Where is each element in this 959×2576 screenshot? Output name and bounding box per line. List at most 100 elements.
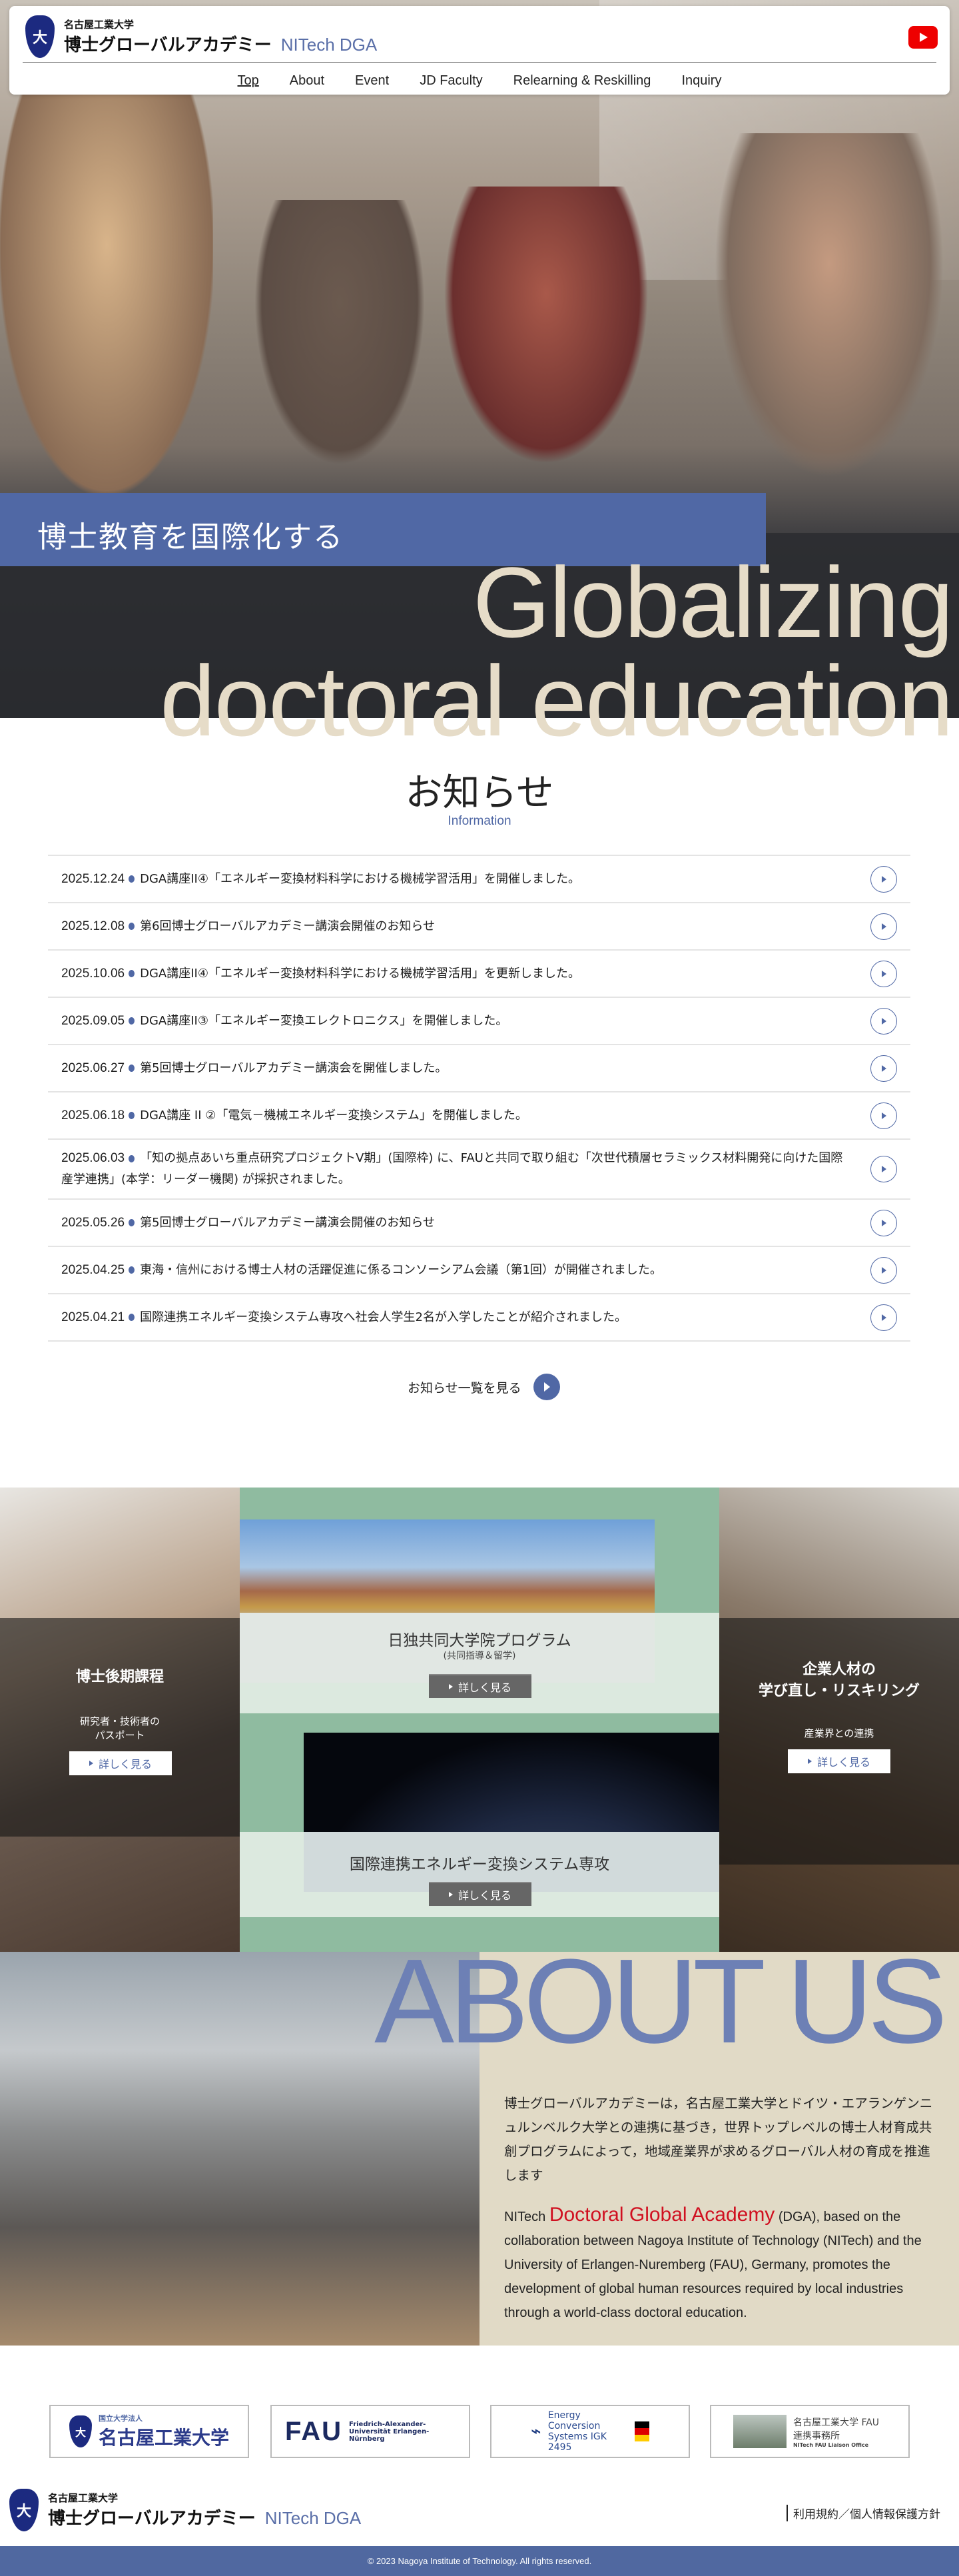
partner-liaison[interactable]: 名古屋工業大学 FAU連携事務所 NITech FAU Liaison Offic… <box>710 2405 910 2458</box>
site-header: 大 名古屋工業大学 博士グローバルアカデミー NITech DGA Top Abo… <box>9 6 950 95</box>
card-middle: 日独共同大学院プログラム (共同指導＆留学) 詳しく見る 国際連携エネルギー変換… <box>240 1488 719 1952</box>
partner-name: FAU <box>285 2416 342 2446</box>
nav-event[interactable]: Event <box>355 73 389 89</box>
arrow-right-icon[interactable] <box>870 1256 897 1284</box>
arrow-right-icon[interactable] <box>870 1304 897 1331</box>
footer-logo[interactable]: 大 名古屋工業大学 博士グローバルアカデミー NITech DGA <box>9 2489 361 2531</box>
news-item[interactable]: 2025.05.26 第5回博士グローバルアカデミー講演会開催のお知らせ <box>48 1200 910 1247</box>
news-item[interactable]: 2025.12.08 第6回博士グローバルアカデミー講演会開催のお知らせ <box>48 903 910 951</box>
bullet-icon <box>129 1154 135 1162</box>
german-flag-icon <box>634 2421 649 2441</box>
card-doctoral-overlay: 博士後期課程 研究者・技術者の パスポート 詳しく見る <box>0 1618 240 1837</box>
triangle-icon <box>89 1761 93 1766</box>
news-item[interactable]: 2025.10.06 DGA講座II④「エネルギー変換材料科学における機械学習活用… <box>48 951 910 998</box>
news-item[interactable]: 2025.04.25 東海・信州における博士人材の活躍促進に係るコンソーシアム会議… <box>48 1247 910 1294</box>
news-item[interactable]: 2025.04.21 国際連携エネルギー変換システム専攻へ社会人学生2名が入学した… <box>48 1294 910 1342</box>
arrow-right-icon[interactable] <box>870 1156 897 1182</box>
news-title: 第5回博士グローバルアカデミー講演会を開催しました。 <box>140 1061 448 1075</box>
arrow-right-icon[interactable] <box>870 865 897 893</box>
nav-inquiry[interactable]: Inquiry <box>681 73 721 89</box>
university-name: 名古屋工業大学 <box>64 19 135 31</box>
news-title: DGA講座II③「エネルギー変換エレクトロニクス」を開催しました。 <box>140 1013 508 1028</box>
news-title: DGA講座II④「エネルギー変換材料科学における機械学習活用」を更新しました。 <box>140 966 580 981</box>
bullet-icon <box>129 1314 135 1321</box>
partner-name: Energy Conversion Systems IGK 2495 <box>547 2410 607 2453</box>
news-date: 2025.05.26 <box>61 1215 125 1230</box>
terms-privacy-link[interactable]: 利用規約／個人情報保護方針 <box>787 2505 940 2521</box>
news-item[interactable]: 2025.12.24 DGA講座II④「エネルギー変換材料科学における機械学習活用… <box>48 856 910 903</box>
button-label: 詳しく見る <box>458 1681 511 1694</box>
arrow-right-icon <box>533 1374 560 1400</box>
news-date: 2025.06.27 <box>61 1061 125 1075</box>
hero-slogan: Globalizing doctoral education <box>160 546 954 751</box>
academy-title-jp: 博士グローバルアカデミー <box>64 35 272 55</box>
arrow-right-icon[interactable] <box>870 960 897 987</box>
news-title: 東海・信州における博士人材の活躍促進に係るコンソーシアム会議（第1回）が開催され… <box>140 1262 662 1277</box>
button-label: 詳しく見る <box>458 1889 511 1902</box>
arrow-right-icon[interactable] <box>870 1055 897 1082</box>
news-item-text: 2025.06.03 「知の拠点あいち重点研究プロジェクトV期」(国際枠) に、F… <box>61 1148 847 1190</box>
news-list: 2025.12.24 DGA講座II④「エネルギー変換材料科学における機械学習活用… <box>48 855 910 1342</box>
card-reskill[interactable]: 企業人材の 学び直し・リスキリング 産業界との連携 詳しく見る <box>719 1488 959 1952</box>
triangle-icon <box>448 1892 453 1897</box>
nav-about[interactable]: About <box>290 73 324 89</box>
news-item-text: 2025.12.08 第6回博士グローバルアカデミー講演会開催のお知らせ <box>61 916 847 937</box>
arrow-right-icon[interactable] <box>870 913 897 940</box>
details-button[interactable]: 詳しく見る <box>69 1751 172 1775</box>
slogan-line1: Globalizing <box>472 546 954 658</box>
news-date: 2025.04.25 <box>61 1262 125 1277</box>
about-text-jp: 博士グローバルアカデミーは，名古屋工業大学とドイツ・エアランゲンニュルンベルク大… <box>504 2096 933 2183</box>
nav-relearning[interactable]: Relearning & Reskilling <box>513 73 651 89</box>
partner-name: 名古屋工業大学 FAU連携事務所 <box>793 2417 880 2441</box>
news-subtitle: Information <box>448 814 511 828</box>
bullet-icon <box>129 1017 135 1025</box>
site-logo[interactable]: 大 名古屋工業大学 博士グローバルアカデミー NITech DGA <box>25 15 377 58</box>
nav-jd-faculty[interactable]: JD Faculty <box>420 73 482 89</box>
details-button[interactable]: 詳しく見る <box>788 1749 890 1773</box>
about-en-prefix: NITech <box>504 2210 549 2224</box>
university-emblem-icon: 大 <box>69 2415 92 2447</box>
about-en-rest: (DGA), based on the collaboration betwee… <box>504 2210 922 2320</box>
arrow-right-icon[interactable] <box>870 1007 897 1035</box>
details-button[interactable]: 詳しく見る <box>429 1882 531 1906</box>
news-more-link[interactable]: お知らせ一覧を見る <box>408 1374 560 1400</box>
news-item-text: 2025.06.27 第5回博士グローバルアカデミー講演会を開催しました。 <box>61 1058 847 1079</box>
news-item-text: 2025.06.18 DGA講座 II ②「電気－機械エネルギー変換システム」を開… <box>61 1105 847 1126</box>
academy-title-en: NITech DGA <box>264 2508 362 2528</box>
news-date: 2025.12.08 <box>61 919 125 933</box>
bullet-icon <box>129 970 135 977</box>
news-item-text: 2025.09.05 DGA講座II③「エネルギー変換エレクトロニクス」を開催しま… <box>61 1011 847 1032</box>
arrow-right-icon[interactable] <box>870 1209 897 1236</box>
news-title: 国際連携エネルギー変換システム専攻へ社会人学生2名が入学したことが紹介されました… <box>140 1310 627 1324</box>
news-item[interactable]: 2025.06.03 「知の拠点あいち重点研究プロジェクトV期」(国際枠) に、F… <box>48 1140 910 1200</box>
partner-small: 国立大学法人 <box>98 2414 143 2423</box>
news-title: 第5回博士グローバルアカデミー講演会開催のお知らせ <box>140 1215 436 1230</box>
card-title: 博士後期課程 <box>75 1669 164 1685</box>
academy-title-jp: 博士グローバルアカデミー <box>48 2509 256 2529</box>
news-more-label: お知らせ一覧を見る <box>408 1380 521 1396</box>
triangle-icon <box>448 1684 453 1689</box>
card-doctoral[interactable]: 博士後期課程 研究者・技術者の パスポート 詳しく見る <box>0 1488 240 1952</box>
card-title: 学び直し・リスキリング <box>758 1683 920 1699</box>
partner-igk[interactable]: ⌁ Energy Conversion Systems IGK 2495 <box>490 2405 690 2458</box>
button-label: 詳しく見る <box>98 1758 152 1771</box>
card-subtitle: 産業界との連携 <box>804 1727 874 1739</box>
bullet-icon <box>129 1065 135 1072</box>
academy-title-en: NITech DGA <box>280 35 378 55</box>
news-date: 2025.09.05 <box>61 1013 125 1028</box>
news-item-text: 2025.04.21 国際連携エネルギー変換システム専攻へ社会人学生2名が入学した… <box>61 1307 847 1328</box>
arrow-right-icon[interactable] <box>870 1102 897 1129</box>
news-item[interactable]: 2025.06.18 DGA講座 II ②「電気－機械エネルギー変換システム」を開… <box>48 1092 910 1140</box>
news-title: お知らせ <box>405 771 554 815</box>
news-item[interactable]: 2025.09.05 DGA講座II③「エネルギー変換エレクトロニクス」を開催しま… <box>48 998 910 1045</box>
youtube-icon[interactable] <box>908 26 938 49</box>
news-title: DGA講座II④「エネルギー変換材料科学における機械学習活用」を開催しました。 <box>140 871 580 886</box>
triangle-icon <box>807 1759 812 1764</box>
news-item[interactable]: 2025.06.27 第5回博士グローバルアカデミー講演会を開催しました。 <box>48 1045 910 1092</box>
nav-top[interactable]: Top <box>238 73 259 89</box>
partner-fau[interactable]: FAU Friedrich-Alexander-Universität Erla… <box>270 2405 470 2458</box>
details-button[interactable]: 詳しく見る <box>429 1674 531 1698</box>
partner-nitech[interactable]: 大 国立大学法人 名古屋工業大学 <box>49 2405 249 2458</box>
news-item-text: 2025.05.26 第5回博士グローバルアカデミー講演会開催のお知らせ <box>61 1212 847 1234</box>
button-label: 詳しく見る <box>816 1756 870 1769</box>
